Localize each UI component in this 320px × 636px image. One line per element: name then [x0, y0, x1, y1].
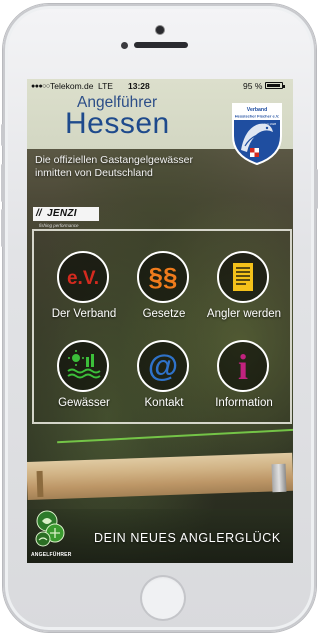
- crest-line2: Hessischer Fischer e.V.: [235, 114, 280, 119]
- document-icon: [217, 251, 269, 303]
- at-glyph: @: [148, 348, 178, 383]
- app-title: Hessen: [65, 107, 170, 140]
- menu-tile-verband[interactable]: e.V. Der Verband: [42, 250, 126, 332]
- paragraph-icon: §§: [137, 251, 189, 303]
- tagline-line2: inmitten von Deutschland: [35, 167, 153, 179]
- info-glyph: i: [238, 347, 248, 387]
- crest-line1: Verband: [247, 107, 267, 113]
- battery-percentage: 95 %: [243, 81, 263, 91]
- sponsor-name: JENZI: [47, 208, 77, 219]
- info-icon: i: [217, 340, 269, 392]
- tagline-line1: Die offiziellen Gastangelgewässer: [35, 154, 193, 166]
- menu-tile-kontakt[interactable]: @ Kontakt: [122, 339, 206, 421]
- fishing-line: [57, 428, 293, 444]
- carrier-name: Telekom.de: [50, 81, 94, 91]
- proximity-sensor: [121, 42, 128, 49]
- menu-label-angler: Angler werden: [206, 308, 282, 320]
- sponsor-slogan: fishing performance: [39, 223, 79, 228]
- ev-icon: e.V.: [57, 251, 109, 303]
- signal-strength-icon: ●●●○○: [31, 83, 50, 90]
- menu-label-gewaesser: Gewässer: [58, 397, 110, 409]
- rod-reel-seat: [271, 463, 287, 493]
- menu-tile-angler[interactable]: Angler werden: [202, 250, 286, 332]
- network-type: LTE: [98, 81, 113, 91]
- menu-label-kontakt: Kontakt: [144, 397, 184, 409]
- volume-up-button: [1, 164, 4, 202]
- status-time: 13:28: [128, 81, 150, 91]
- app-tagline: Die offiziellen Gastangelgewässer inmitt…: [35, 154, 255, 180]
- power-button: [315, 169, 318, 209]
- menu-tile-information[interactable]: i Information: [202, 339, 286, 421]
- mute-switch: [1, 124, 4, 146]
- rod-ring: [36, 470, 44, 498]
- sponsor-mark-icon: //: [36, 208, 42, 219]
- front-camera: [156, 26, 164, 34]
- menu-label-gesetze: Gesetze: [142, 308, 186, 320]
- logo-label: ANGELFÜHRER: [31, 552, 72, 558]
- menu-label-verband: Der Verband: [51, 308, 117, 320]
- battery-icon: [265, 82, 285, 89]
- menu-label-information: Information: [215, 397, 273, 409]
- fishing-rod-handle: [27, 452, 293, 500]
- at-icon: @: [137, 340, 189, 392]
- paragraph-glyph: §§: [149, 262, 178, 292]
- app-screen: ●●●○○ Telekom.de LTE 13:28 95 % Angelfüh…: [27, 79, 293, 563]
- home-button[interactable]: [140, 575, 186, 621]
- ev-glyph: e.V.: [67, 268, 99, 289]
- menu-tile-gesetze[interactable]: §§ Gesetze: [122, 250, 206, 332]
- water-icon: [57, 340, 109, 392]
- status-bar: ●●●○○ Telekom.de LTE 13:28 95 %: [27, 79, 293, 93]
- earpiece-speaker: [134, 42, 188, 48]
- sponsor-logo[interactable]: // JENZI: [33, 207, 99, 221]
- footer-slogan: DEIN NEUES ANGLERGLÜCK: [94, 531, 281, 545]
- volume-down-button: [1, 209, 4, 247]
- menu-tile-gewaesser[interactable]: Gewässer: [42, 339, 126, 421]
